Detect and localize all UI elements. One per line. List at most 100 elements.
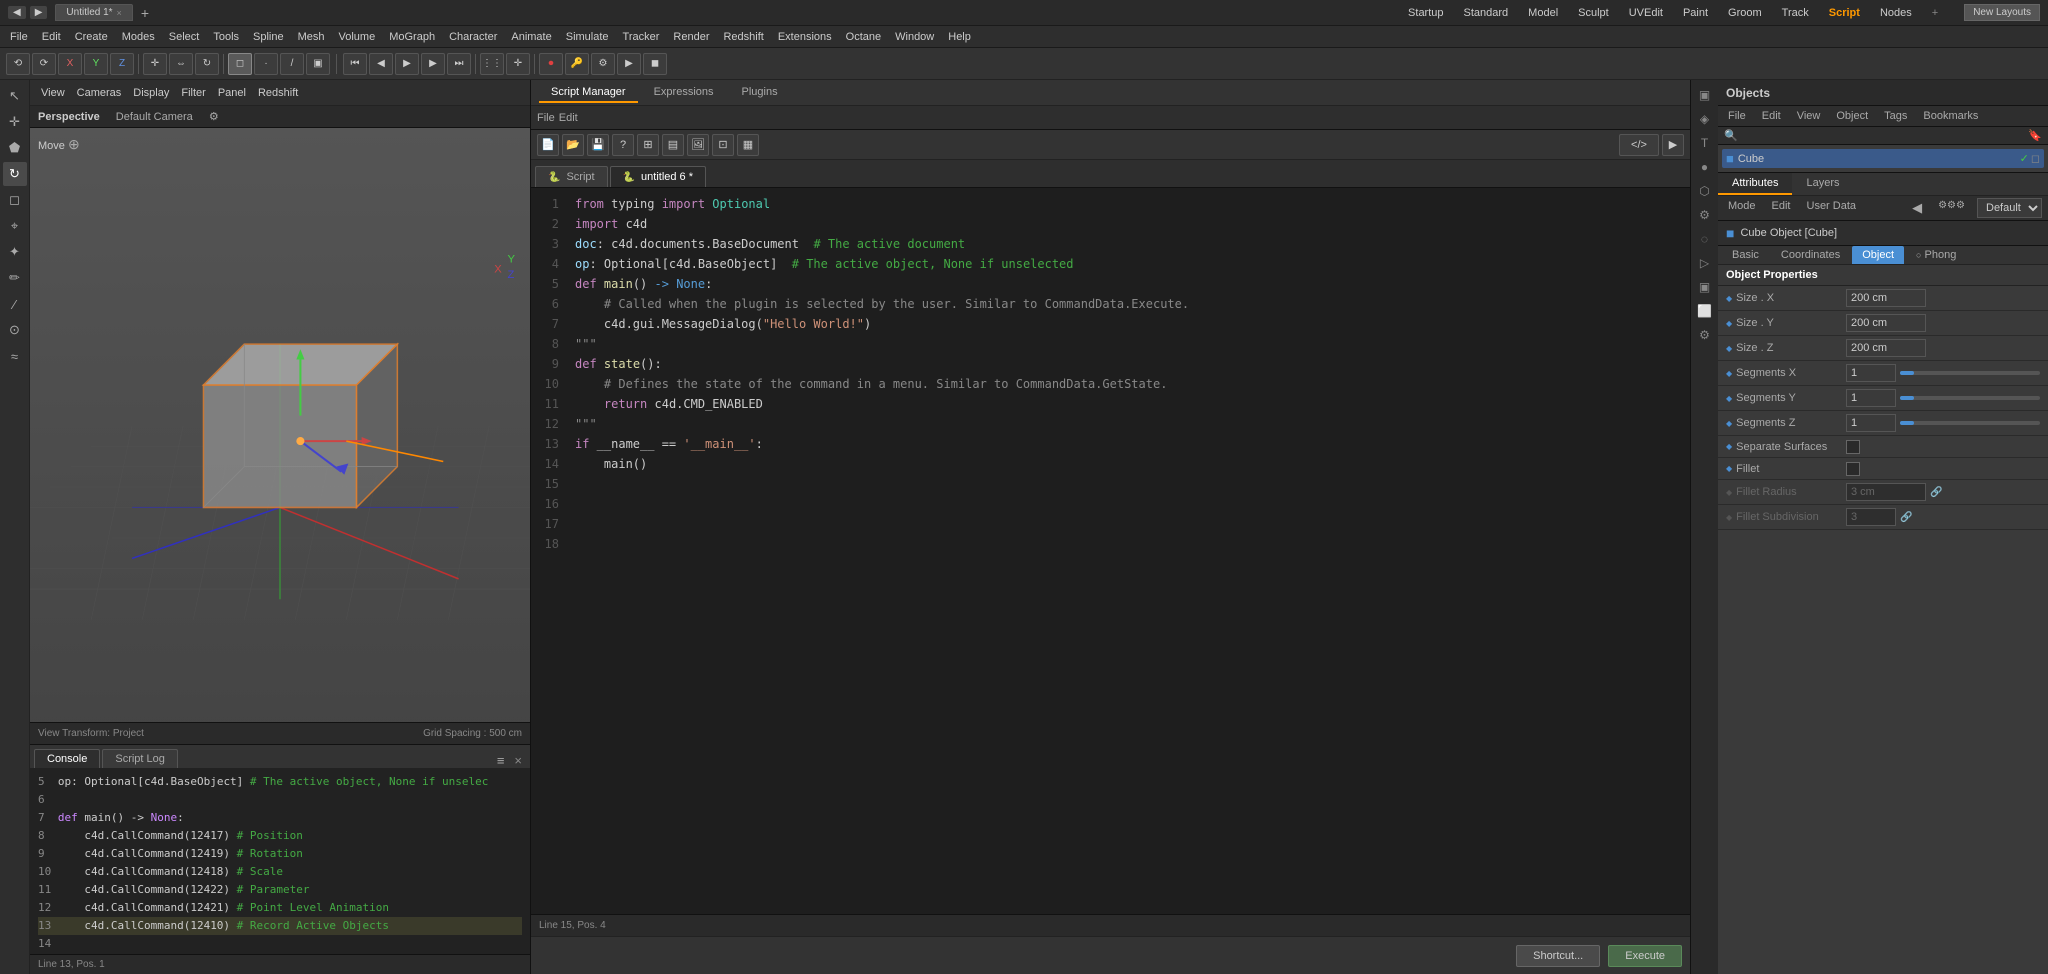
sm-tab-plugins[interactable]: Plugins bbox=[730, 83, 790, 103]
sm-console-btn[interactable]: ▤ bbox=[662, 134, 684, 156]
close-tab-icon[interactable]: × bbox=[117, 8, 122, 18]
snap-btn[interactable]: ✛ bbox=[506, 53, 530, 75]
step-back-btn[interactable]: ◀ bbox=[369, 53, 393, 75]
document-tab[interactable]: Untitled 1* × bbox=[55, 4, 132, 21]
attr-coords-tab[interactable]: Coordinates bbox=[1771, 246, 1850, 264]
sm-extra-btn[interactable]: ▦ bbox=[737, 134, 759, 156]
smooth-tool[interactable]: ≈ bbox=[3, 344, 27, 368]
sm-tab-script-manager[interactable]: Script Manager bbox=[539, 83, 638, 103]
object-mode-btn[interactable]: ◻ bbox=[228, 53, 252, 75]
attr-phong-tab[interactable]: ○ Phong bbox=[1906, 246, 1966, 264]
paint-tool[interactable]: ✦ bbox=[3, 240, 27, 264]
script-tab-script[interactable]: 🐍 Script bbox=[535, 166, 608, 187]
rs-layers-icon[interactable]: ⬜ bbox=[1694, 300, 1716, 322]
menu-track[interactable]: Track bbox=[1780, 7, 1811, 19]
menu-extensions[interactable]: Extensions bbox=[772, 29, 838, 45]
play-btn[interactable]: ▶ bbox=[395, 53, 419, 75]
panel-menu[interactable]: Panel bbox=[213, 85, 251, 101]
menu-startup[interactable]: Startup bbox=[1406, 7, 1445, 19]
menu-simulate[interactable]: Simulate bbox=[560, 29, 615, 45]
forward-button[interactable]: ▶ bbox=[30, 6, 48, 19]
fillet-subdiv-input[interactable] bbox=[1846, 508, 1896, 526]
view-menu[interactable]: View bbox=[36, 85, 70, 101]
size-x-input[interactable] bbox=[1846, 289, 1926, 307]
sep-surfaces-checkbox[interactable] bbox=[1846, 440, 1860, 454]
menu-octane[interactable]: Octane bbox=[840, 29, 887, 45]
brush-tool[interactable]: ✏ bbox=[3, 266, 27, 290]
render-settings-btn[interactable]: ⚙ bbox=[591, 53, 615, 75]
attr-value-seg-z[interactable] bbox=[1846, 414, 2040, 432]
execute-button[interactable]: Execute bbox=[1608, 945, 1682, 967]
attr-tab-attributes[interactable]: Attributes bbox=[1718, 173, 1792, 195]
objects-edit-menu[interactable]: Edit bbox=[1758, 108, 1785, 124]
scale-tool-btn[interactable]: ⇔ bbox=[169, 53, 193, 75]
menu-model[interactable]: Model bbox=[1526, 7, 1560, 19]
render-btn[interactable]: ◼ bbox=[643, 53, 667, 75]
menu-paint[interactable]: Paint bbox=[1681, 7, 1710, 19]
menu-tools[interactable]: Tools bbox=[207, 29, 245, 45]
move-tool-btn[interactable]: ✛ bbox=[143, 53, 167, 75]
console-tab[interactable]: Console bbox=[34, 749, 100, 768]
attr-basic-tab[interactable]: Basic bbox=[1722, 246, 1769, 264]
cube-tree-item[interactable]: ■ Cube ✓ ◻ bbox=[1722, 149, 2044, 168]
step-fwd-btn[interactable]: ▶ bbox=[421, 53, 445, 75]
code-editor[interactable]: 123456789101112131415161718 from typing … bbox=[531, 188, 1690, 914]
sm-copy-btn[interactable]: ⊞ bbox=[637, 134, 659, 156]
y-axis-btn[interactable]: Y bbox=[84, 53, 108, 75]
menu-character[interactable]: Character bbox=[443, 29, 503, 45]
points-mode-btn[interactable]: · bbox=[254, 53, 278, 75]
rs-material-icon[interactable]: ● bbox=[1694, 156, 1716, 178]
attr-nav-icons[interactable]: ⚙⚙⚙ bbox=[1934, 198, 1969, 218]
menu-tracker[interactable]: Tracker bbox=[617, 29, 666, 45]
new-layouts-button[interactable]: New Layouts bbox=[1964, 4, 2040, 21]
menu-file[interactable]: File bbox=[4, 29, 34, 45]
rs-hex-icon[interactable]: ⬡ bbox=[1694, 180, 1716, 202]
z-axis-btn[interactable]: Z bbox=[110, 53, 134, 75]
autokey-btn[interactable]: 🔑 bbox=[565, 53, 589, 75]
menu-animate[interactable]: Animate bbox=[505, 29, 557, 45]
menu-create[interactable]: Create bbox=[69, 29, 114, 45]
rs-circle-icon[interactable]: ◌ bbox=[1694, 228, 1716, 250]
go-start-btn[interactable]: ⏮ bbox=[343, 53, 367, 75]
rs-attrs-icon[interactable]: ◈ bbox=[1694, 108, 1716, 130]
rs-objects-icon[interactable]: ▣ bbox=[1694, 84, 1716, 106]
rs-play-icon[interactable]: ▷ bbox=[1694, 252, 1716, 274]
menu-window[interactable]: Window bbox=[889, 29, 940, 45]
tweak-tool[interactable]: ⌖ bbox=[3, 214, 27, 238]
menu-sculpt[interactable]: Sculpt bbox=[1576, 7, 1611, 19]
cameras-menu[interactable]: Cameras bbox=[72, 85, 127, 101]
add-tab-button[interactable]: + bbox=[141, 5, 149, 21]
attr-value-seg-y[interactable] bbox=[1846, 389, 2040, 407]
console-close-btn[interactable]: ≡ bbox=[493, 753, 509, 768]
seg-y-slider[interactable] bbox=[1900, 396, 2040, 400]
add-menu-icon[interactable]: + bbox=[1930, 7, 1940, 19]
3d-viewport[interactable]: Perspective Default Camera ⚙ bbox=[30, 106, 530, 722]
sm-file-menu[interactable]: File bbox=[537, 112, 555, 124]
fillet-checkbox[interactable] bbox=[1846, 462, 1860, 476]
sm-help-btn[interactable]: ? bbox=[612, 134, 634, 156]
objects-bookmarks-menu[interactable]: Bookmarks bbox=[1919, 108, 1982, 124]
attr-tab-layers[interactable]: Layers bbox=[1792, 173, 1853, 195]
attr-value-size-y[interactable] bbox=[1846, 314, 2040, 332]
filter-menu[interactable]: Filter bbox=[176, 85, 210, 101]
menu-mesh[interactable]: Mesh bbox=[292, 29, 331, 45]
menu-spline[interactable]: Spline bbox=[247, 29, 290, 45]
attr-value-size-z[interactable] bbox=[1846, 339, 2040, 357]
menu-standard[interactable]: Standard bbox=[1462, 7, 1511, 19]
render-view-btn[interactable]: ▶ bbox=[617, 53, 641, 75]
menu-edit[interactable]: Edit bbox=[36, 29, 67, 45]
sm-image-btn[interactable]: 🖼 bbox=[687, 134, 709, 156]
grid-btn[interactable]: ⋮⋮ bbox=[480, 53, 504, 75]
menu-script[interactable]: Script bbox=[1827, 7, 1862, 19]
rotate-tool[interactable]: ↻ bbox=[3, 162, 27, 186]
select-tool[interactable]: ◻ bbox=[3, 188, 27, 212]
size-y-input[interactable] bbox=[1846, 314, 1926, 332]
objects-tags-menu[interactable]: Tags bbox=[1880, 108, 1911, 124]
objects-view-menu[interactable]: View bbox=[1793, 108, 1825, 124]
menu-modes[interactable]: Modes bbox=[116, 29, 161, 45]
script-tab-untitled6[interactable]: 🐍 untitled 6 * bbox=[610, 166, 706, 187]
objects-file-menu[interactable]: File bbox=[1724, 108, 1750, 124]
menu-select[interactable]: Select bbox=[163, 29, 206, 45]
viewport-3d-content[interactable]: X Y Z Move ⊕ bbox=[30, 128, 530, 722]
seg-x-input[interactable] bbox=[1846, 364, 1896, 382]
